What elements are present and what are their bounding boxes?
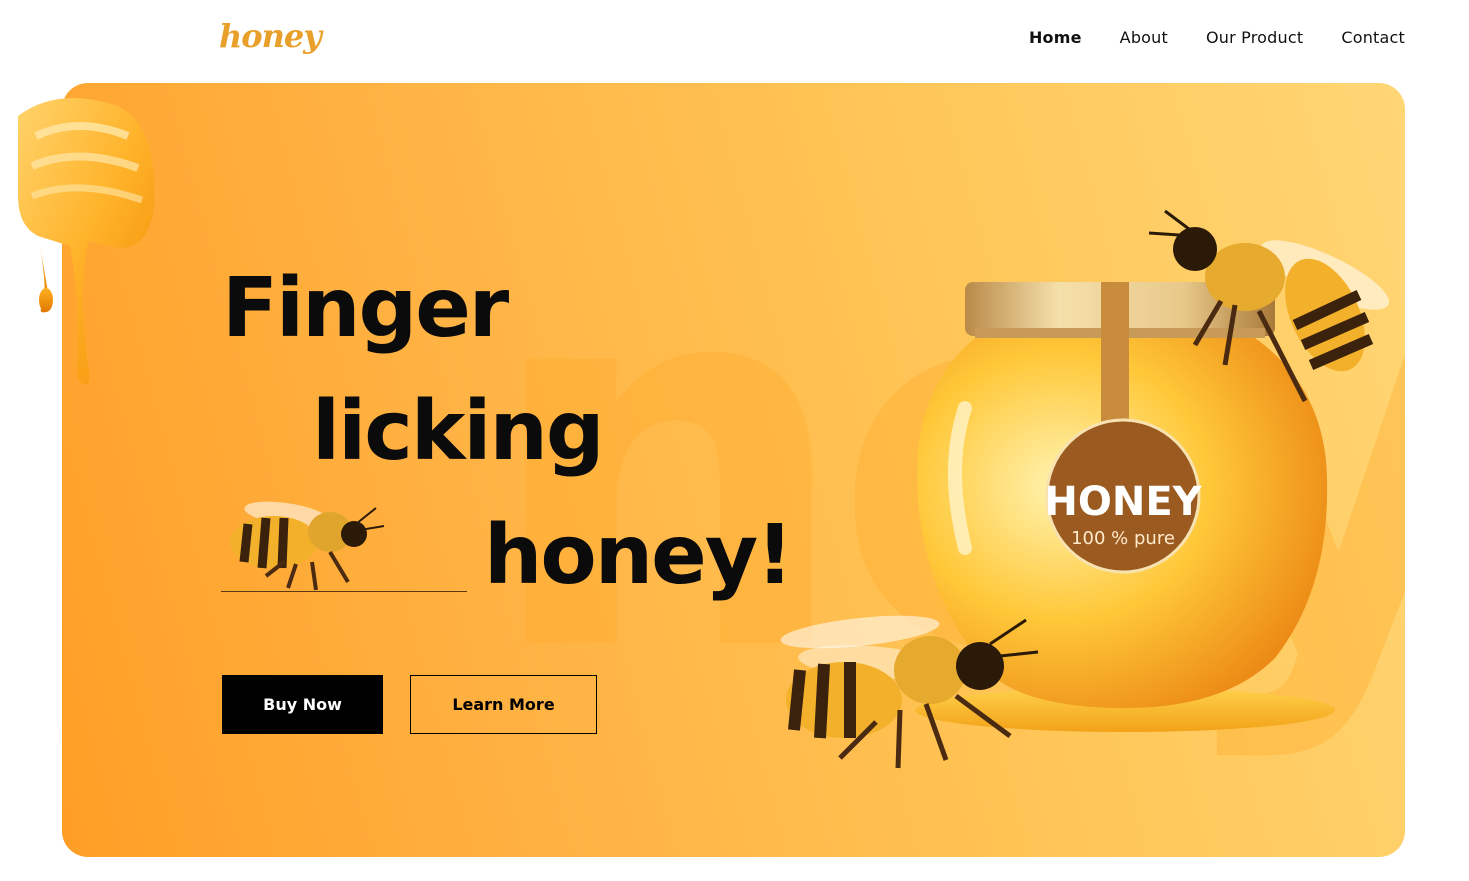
jar-label-title: HONEY	[1044, 479, 1202, 525]
bee-illustration	[1148, 209, 1390, 403]
headline-line-1: Finger	[222, 261, 509, 356]
nav-our-product[interactable]: Our Product	[1206, 26, 1303, 50]
buy-now-button[interactable]: Buy Now	[222, 675, 383, 734]
bee-illustration	[230, 501, 385, 591]
logo[interactable]: honey	[219, 14, 322, 58]
headline-line-2: licking	[312, 384, 605, 479]
nav-about[interactable]: About	[1120, 26, 1168, 50]
jar-label-subtitle: 100 % pure	[1071, 528, 1175, 549]
nav-home[interactable]: Home	[1029, 26, 1082, 50]
honey-dipper-illustration	[18, 98, 155, 385]
main-nav: Home About Our Product Contact	[1029, 26, 1405, 50]
learn-more-button[interactable]: Learn More	[410, 675, 597, 734]
headline-line-3: honey!	[484, 508, 794, 603]
bee-illustration	[780, 615, 1039, 769]
nav-contact[interactable]: Contact	[1341, 26, 1405, 50]
